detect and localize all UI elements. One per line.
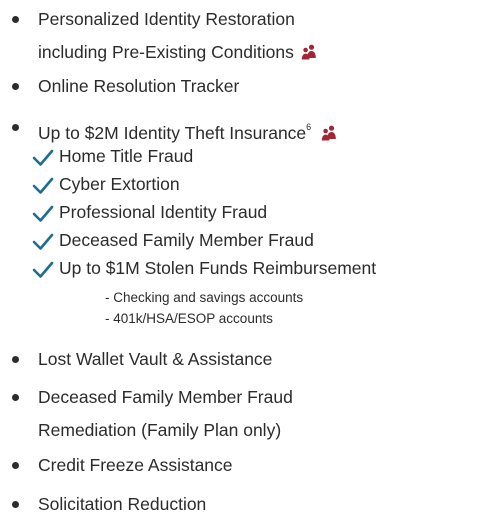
item-text-line: Solicitation Reduction — [38, 494, 207, 514]
item-text-line: including Pre-Existing Conditions — [38, 36, 317, 69]
checkmark-icon — [32, 261, 54, 278]
item-text-line: Personalized Identity Restoration — [38, 9, 295, 29]
item-text-line: Lost Wallet Vault & Assistance — [38, 349, 273, 369]
footnote-marker: 6 — [306, 122, 312, 132]
item-text-line: Remediation (Family Plan only) — [38, 420, 282, 440]
checkmark-icon — [32, 149, 54, 166]
bullet-dot — [12, 16, 19, 23]
item-text-line: Deceased Family Member Fraud — [38, 387, 293, 407]
checkmark-icon — [32, 233, 54, 250]
bullet-dot — [12, 501, 19, 508]
bullet-dot — [12, 394, 19, 401]
sub-item-label: Deceased Family Member Fraud — [59, 230, 314, 250]
sub-item-label: Cyber Extortion — [59, 174, 180, 194]
detail-line-checking-savings: - Checking and savings accounts — [105, 290, 304, 305]
bullet-dot — [12, 462, 19, 469]
item-text-line: Online Resolution Tracker — [38, 76, 240, 96]
checkmark-icon — [32, 205, 54, 222]
bullet-dot — [12, 83, 19, 90]
sub-item-label: Up to $1M Stolen Funds Reimbursement — [59, 258, 377, 278]
sub-item-label: Home Title Fraud — [59, 146, 194, 166]
bullet-dot — [12, 356, 19, 363]
detail-line-retirement-accounts: - 401k/HSA/ESOP accounts — [105, 311, 273, 326]
family-icon — [301, 44, 316, 60]
item-text-main: Up to $2M Identity Theft Insurance — [38, 123, 307, 143]
item-text-line-2: including Pre-Existing Conditions — [38, 42, 294, 62]
checkmark-icon — [32, 177, 54, 194]
item-text-line: Credit Freeze Assistance — [38, 455, 233, 475]
family-icon — [321, 125, 336, 141]
bullet-dot — [12, 124, 19, 131]
sub-item-label: Professional Identity Fraud — [59, 202, 268, 222]
